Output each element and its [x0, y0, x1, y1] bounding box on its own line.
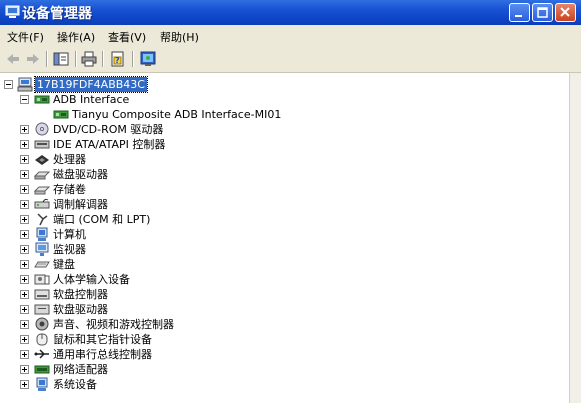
expand-toggle[interactable] [20, 245, 29, 254]
svg-text:?: ? [115, 56, 120, 65]
category-label: 软盘控制器 [53, 288, 108, 301]
category-label: 网络适配器 [53, 363, 108, 376]
minimize-icon [515, 15, 522, 17]
expand-toggle[interactable] [20, 260, 29, 269]
system-device-icon [36, 377, 48, 391]
category-label: 鼠标和其它指针设备 [53, 333, 152, 346]
floppy-drive-icon [34, 304, 50, 315]
category-label: 声音、视频和游戏控制器 [53, 318, 174, 331]
expand-toggle[interactable] [20, 200, 29, 209]
adb-interface-label: ADB Interface [53, 93, 130, 106]
category-label: 调制解调器 [53, 198, 108, 211]
title-bar[interactable]: 设备管理器 [0, 0, 581, 25]
expand-toggle[interactable] [20, 170, 29, 179]
vertical-scrollbar[interactable] [569, 73, 581, 403]
processor-icon [35, 155, 49, 165]
expand-toggle[interactable] [20, 215, 29, 224]
ide-controller-icon [34, 140, 50, 149]
adb-device-icon [53, 110, 69, 119]
category-label: 计算机 [53, 228, 86, 241]
expand-toggle[interactable] [20, 185, 29, 194]
cdrom-icon [35, 122, 49, 136]
expand-toggle[interactable] [20, 320, 29, 329]
menu-file[interactable]: 文件(F) [7, 29, 44, 45]
properties-help-icon[interactable]: ? [110, 51, 126, 67]
storage-volume-icon [34, 186, 50, 195]
mouse-icon [36, 333, 48, 346]
close-button[interactable] [555, 3, 576, 22]
expand-toggle[interactable] [20, 365, 29, 374]
adb-device-icon [34, 95, 50, 104]
collapse-toggle[interactable] [20, 95, 29, 104]
expand-toggle[interactable] [20, 155, 29, 164]
category-label: 处理器 [53, 153, 86, 166]
monitor-icon [35, 242, 49, 256]
computer-icon [17, 77, 33, 92]
expand-toggle[interactable] [20, 380, 29, 389]
category-label: 软盘驱动器 [53, 303, 108, 316]
root-label[interactable]: 17B19FDF4ABB43C [34, 76, 148, 93]
category-label: DVD/CD-ROM 驱动器 [53, 123, 164, 136]
floppy-controller-icon [34, 289, 50, 300]
scan-hardware-icon[interactable] [140, 51, 156, 67]
category-label: 键盘 [53, 258, 75, 271]
menu-view[interactable]: 查看(V) [108, 29, 146, 45]
category-label: 系统设备 [53, 378, 97, 391]
hid-icon [34, 274, 50, 285]
expand-toggle[interactable] [20, 125, 29, 134]
expand-toggle[interactable] [20, 290, 29, 299]
computer-icon [36, 227, 48, 241]
category-label: 磁盘驱动器 [53, 168, 108, 181]
expand-toggle[interactable] [20, 275, 29, 284]
expand-toggle[interactable] [20, 350, 29, 359]
forward-arrow-icon[interactable] [25, 51, 41, 67]
category-label: 端口 (COM 和 LPT) [53, 213, 151, 226]
back-arrow-icon[interactable] [5, 51, 21, 67]
computer-icon [5, 5, 20, 18]
modem-icon [34, 198, 50, 209]
menu-bar: 文件(F) 操作(A) 查看(V) 帮助(H) [0, 25, 581, 48]
disk-drive-icon [34, 171, 50, 180]
window-title: 设备管理器 [22, 6, 92, 22]
category-label: 通用串行总线控制器 [53, 348, 152, 361]
expand-toggle[interactable] [20, 305, 29, 314]
print-icon[interactable] [81, 51, 97, 67]
sound-icon [35, 317, 49, 331]
maximize-icon [537, 7, 548, 18]
keyboard-icon [34, 261, 50, 268]
expand-toggle[interactable] [20, 335, 29, 344]
close-icon [560, 7, 570, 17]
category-label: 存储卷 [53, 183, 86, 196]
minimize-button[interactable] [509, 3, 530, 22]
category-label: IDE ATA/ATAPI 控制器 [53, 138, 166, 151]
device-tree: 17B19FDF4ABB43C ADB Interface Tianyu Com… [0, 73, 569, 403]
category-label: 监视器 [53, 243, 86, 256]
expand-toggle[interactable] [20, 140, 29, 149]
collapse-toggle[interactable] [4, 80, 13, 89]
toolbar: ? [0, 47, 581, 73]
port-icon [37, 213, 48, 226]
maximize-button[interactable] [532, 3, 553, 22]
adb-composite-label: Tianyu Composite ADB Interface-MI01 [72, 108, 282, 121]
category-label: 人体学输入设备 [53, 273, 130, 286]
expand-toggle[interactable] [20, 230, 29, 239]
show-hide-tree-icon[interactable] [53, 51, 69, 67]
network-adapter-icon [34, 365, 50, 374]
menu-help[interactable]: 帮助(H) [160, 29, 199, 45]
usb-icon [34, 349, 49, 359]
menu-action[interactable]: 操作(A) [57, 29, 95, 45]
